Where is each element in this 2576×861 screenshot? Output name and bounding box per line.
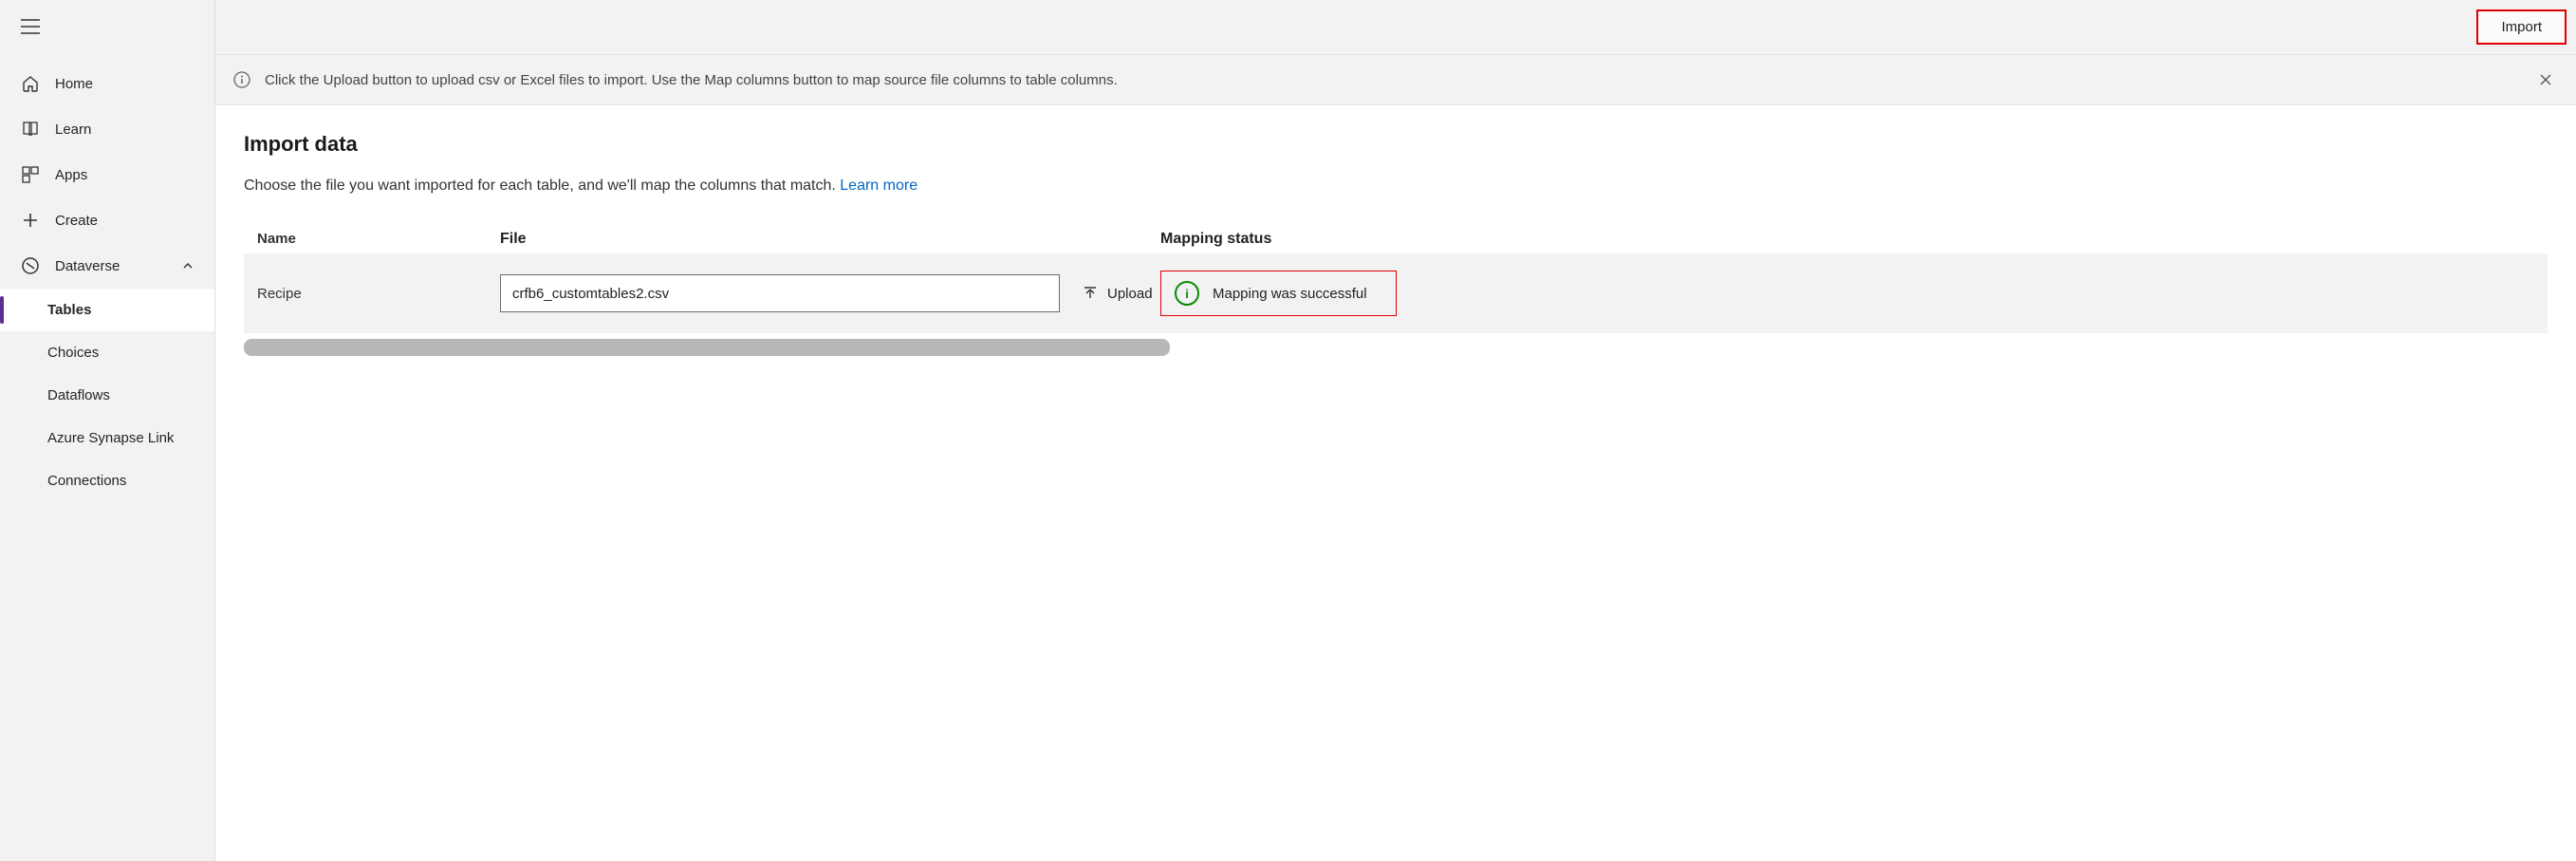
import-table: Name File Mapping status Recipe Upload xyxy=(244,231,2548,356)
sidebar-item-tables[interactable]: Tables xyxy=(0,289,214,331)
learn-more-link[interactable]: Learn more xyxy=(840,178,917,194)
hamburger-button[interactable] xyxy=(0,0,214,53)
apps-icon xyxy=(21,165,40,184)
sidebar-item-choices[interactable]: Choices xyxy=(0,331,214,374)
row-file-cell: Upload xyxy=(500,274,1160,312)
plus-icon xyxy=(21,211,40,230)
sidebar-item-label: Tables xyxy=(47,302,91,318)
sidebar-item-home[interactable]: Home xyxy=(0,61,214,106)
info-bar: Click the Upload button to upload csv or… xyxy=(215,54,2576,105)
nav: Home Learn Apps Create xyxy=(0,53,214,861)
sidebar-item-label: Choices xyxy=(47,345,99,361)
sidebar-item-label: Dataverse xyxy=(55,258,120,274)
status-text: Mapping was successful xyxy=(1213,286,1367,302)
info-icon xyxy=(232,70,251,89)
book-icon xyxy=(21,120,40,139)
home-icon xyxy=(21,74,40,93)
sidebar-item-learn[interactable]: Learn xyxy=(0,106,214,152)
sidebar-item-dataflows[interactable]: Dataflows xyxy=(0,374,214,417)
info-close-button[interactable] xyxy=(2532,66,2559,93)
info-text: Click the Upload button to upload csv or… xyxy=(265,72,1118,88)
sidebar-item-azure-synapse-link[interactable]: Azure Synapse Link xyxy=(0,417,214,459)
main: Import Click the Upload button to upload… xyxy=(215,0,2576,861)
column-header-name: Name xyxy=(257,231,500,248)
sidebar-item-apps[interactable]: Apps xyxy=(0,152,214,197)
column-header-status: Mapping status xyxy=(1160,231,1455,248)
sidebar-item-label: Dataflows xyxy=(47,387,110,403)
row-status-cell: i Mapping was successful xyxy=(1160,271,1455,316)
sidebar: Home Learn Apps Create xyxy=(0,0,215,861)
upload-label: Upload xyxy=(1107,286,1153,302)
upload-button[interactable]: Upload xyxy=(1073,278,1160,309)
sidebar-item-label: Home xyxy=(55,76,93,92)
column-header-file: File xyxy=(500,231,1160,248)
sidebar-item-label: Connections xyxy=(47,473,126,489)
status-badge: i Mapping was successful xyxy=(1160,271,1397,316)
close-icon xyxy=(2536,70,2555,89)
chevron-up-icon xyxy=(178,256,197,275)
success-icon: i xyxy=(1175,281,1199,306)
subtitle-text: Choose the file you want imported for ea… xyxy=(244,178,840,194)
row-name: Recipe xyxy=(257,286,500,302)
sidebar-item-create[interactable]: Create xyxy=(0,197,214,243)
sidebar-item-dataverse[interactable]: Dataverse xyxy=(0,243,214,289)
sidebar-item-label: Create xyxy=(55,213,98,229)
menu-icon xyxy=(21,17,40,36)
page-title: Import data xyxy=(244,132,2548,157)
import-button[interactable]: Import xyxy=(2476,9,2567,45)
sidebar-item-label: Azure Synapse Link xyxy=(47,430,174,446)
sidebar-item-label: Apps xyxy=(55,167,87,183)
column-headers: Name File Mapping status xyxy=(244,231,2548,253)
file-input[interactable] xyxy=(500,274,1060,312)
sidebar-item-label: Learn xyxy=(55,122,91,138)
dataverse-icon xyxy=(21,256,40,275)
content: Import data Choose the file you want imp… xyxy=(215,105,2576,861)
sidebar-item-connections[interactable]: Connections xyxy=(0,459,214,502)
table-row: Recipe Upload i Mapping wa xyxy=(244,253,2548,333)
upload-icon xyxy=(1081,284,1100,303)
dataverse-submenu: Tables Choices Dataflows Azure Synapse L… xyxy=(0,289,214,502)
main-header: Import xyxy=(215,0,2576,45)
page-subtitle: Choose the file you want imported for ea… xyxy=(244,178,2548,195)
progress-bar xyxy=(244,339,1170,356)
